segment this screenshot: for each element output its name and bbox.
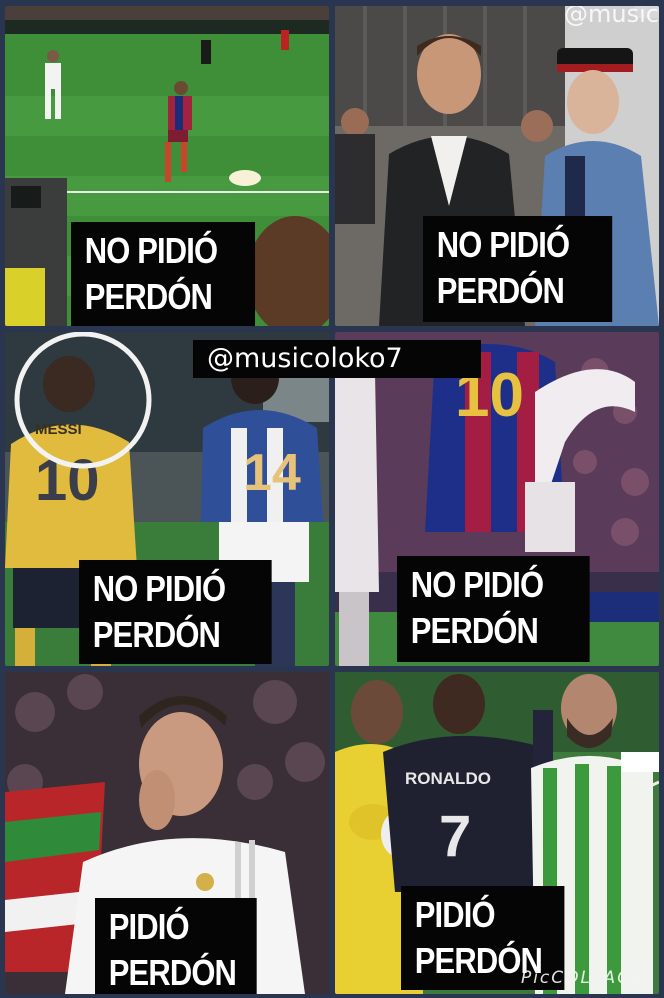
panel-6-photo: RONALDO 7 PIDIÓ PERDÓN PicCOLLAGE xyxy=(335,672,659,994)
panel-5-photo: PIDIÓ PERDÓN xyxy=(5,672,329,994)
panel-1-caption: NO PIDIÓ PERDÓN xyxy=(71,222,256,326)
caption-line-2: PERDÓN xyxy=(410,610,539,651)
panel-2-photo: @music NO PIDIÓ PERDÓN xyxy=(335,6,659,326)
caption-line-1: PIDIÓ xyxy=(108,906,190,947)
jersey-name-ronaldo: RONALDO xyxy=(405,769,491,788)
caption-line-1: NO PIDIÓ xyxy=(92,568,226,609)
panel-1-photo: NO PIDIÓ PERDÓN xyxy=(5,6,329,326)
instagram-handle-label: @musicoloko7 xyxy=(193,340,481,378)
panel-4-photo: 10 NO PIDIÓ PERDÓN xyxy=(335,332,659,666)
meme-collage: NO PIDIÓ PERDÓN @music NO PIDIÓ PERDÓN M… xyxy=(0,0,664,998)
caption-line-2: PERDÓN xyxy=(92,614,221,655)
caption-line-2: PERDÓN xyxy=(436,270,565,311)
caption-line-1: NO PIDIÓ xyxy=(410,564,544,605)
panel-3-photo: MESSI 10 14 NO PIDIÓ PERDÓN xyxy=(5,332,329,666)
caption-line-2: PERDÓN xyxy=(84,276,213,317)
panel-2-caption: NO PIDIÓ PERDÓN xyxy=(423,216,613,322)
jersey-number-ronaldo: 7 xyxy=(439,804,471,869)
jersey-name-messi: MESSI xyxy=(35,421,82,438)
jersey-number-messi: 10 xyxy=(35,448,100,513)
piccollage-watermark: PicCOLLAGE xyxy=(520,968,645,988)
caption-line-1: NO PIDIÓ xyxy=(84,230,218,271)
caption-line-1: PIDIÓ xyxy=(414,894,496,935)
jersey-number-opponent: 14 xyxy=(243,444,301,502)
panel-4-caption: NO PIDIÓ PERDÓN xyxy=(397,556,590,662)
caption-line-2: PERDÓN xyxy=(108,952,237,993)
corner-handle-text: @music xyxy=(564,6,659,28)
panel-3-caption: NO PIDIÓ PERDÓN xyxy=(79,560,272,664)
caption-line-1: NO PIDIÓ xyxy=(436,224,570,265)
panel-5-caption: PIDIÓ PERDÓN xyxy=(95,898,257,994)
